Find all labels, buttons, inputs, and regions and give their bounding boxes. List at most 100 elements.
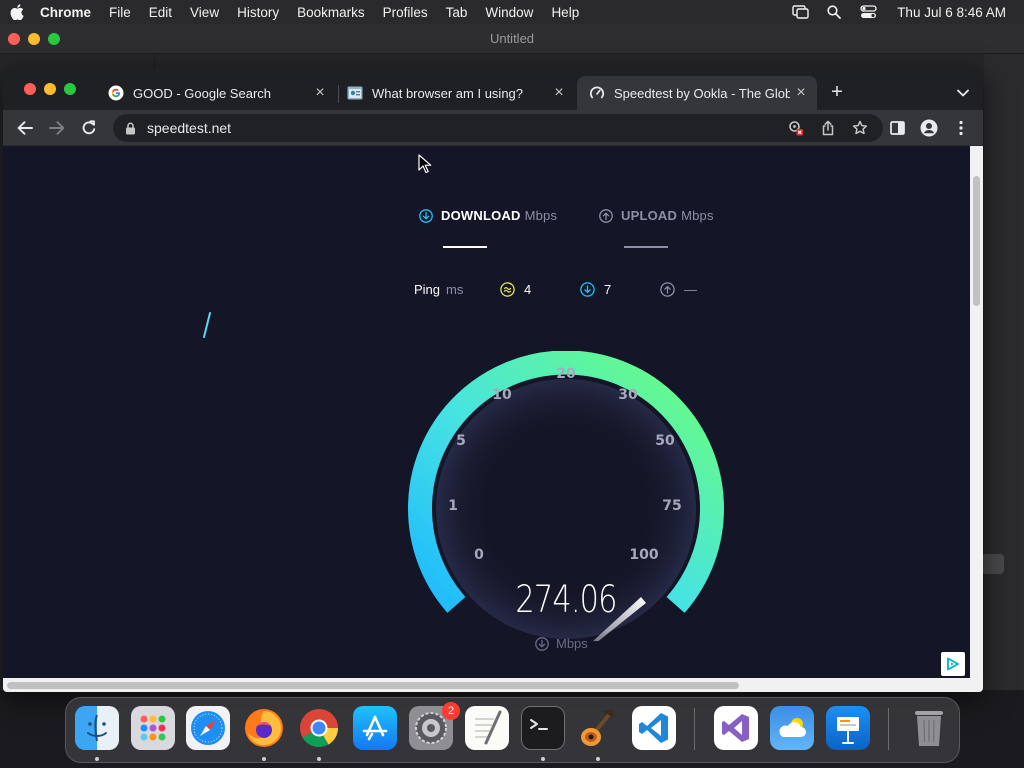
speed-unit-group: Mbps [535, 636, 588, 651]
upload-label: UPLOAD [621, 208, 678, 223]
new-tab-button[interactable]: + [825, 81, 849, 105]
horizontal-scroll-thumb[interactable] [7, 682, 739, 689]
tab-close-icon[interactable]: × [312, 85, 328, 101]
background-window-button[interactable] [980, 554, 1004, 574]
screen-mirroring-icon[interactable] [783, 5, 817, 19]
password-key-icon[interactable] [786, 118, 806, 138]
speed-unit: Mbps [556, 636, 588, 651]
menu-bookmarks[interactable]: Bookmarks [288, 5, 374, 20]
forward-arrow-icon[interactable] [45, 116, 69, 140]
address-bar[interactable]: speedtest.net [113, 114, 883, 142]
gauge-tick-75: 75 [662, 498, 681, 514]
apple-menu-icon[interactable] [0, 4, 34, 20]
gauge-tick-20: 20 [556, 366, 576, 382]
visual-studio-icon[interactable] [714, 706, 758, 750]
vertical-scrollbar[interactable] [970, 146, 983, 678]
ping-download-icon [580, 282, 595, 297]
bg-zoom-icon[interactable] [48, 33, 60, 45]
bg-close-icon[interactable] [8, 33, 20, 45]
vscode-icon[interactable] [632, 706, 676, 750]
tab-search-icon[interactable] [951, 81, 975, 105]
share-icon[interactable] [818, 118, 838, 138]
ping-download-value: 7 [580, 282, 611, 297]
ping-upload-icon [660, 282, 675, 297]
app-store-icon[interactable] [353, 706, 397, 750]
window-minimize-icon[interactable] [44, 83, 56, 95]
back-arrow-icon[interactable] [13, 116, 37, 140]
reload-icon[interactable] [77, 116, 101, 140]
bg-minimize-icon[interactable] [28, 33, 40, 45]
window-close-icon[interactable] [24, 83, 36, 95]
menu-app-name[interactable]: Chrome [34, 5, 100, 20]
profile-avatar-icon[interactable] [917, 116, 941, 140]
settings-update-badge: 2 [442, 702, 460, 720]
chrome-window: GOOD - Google Search × What browser am I… [3, 68, 983, 692]
tab-label: Speedtest by Ookla - The Glob [614, 85, 790, 101]
gauge-tick-1: 1 [448, 498, 458, 514]
speed-value: 274.06 [515, 578, 617, 621]
download-underline [443, 246, 487, 248]
menu-view[interactable]: View [181, 5, 228, 20]
bookmark-star-icon[interactable] [850, 118, 870, 138]
site-icon [347, 85, 363, 101]
download-unit: Mbps [524, 208, 558, 223]
lock-icon[interactable] [123, 122, 137, 135]
finder-icon[interactable] [75, 706, 119, 750]
upload-underline [624, 246, 668, 248]
window-zoom-icon[interactable] [64, 83, 76, 95]
menu-clock[interactable]: Thu Jul 6 8:46 AM [885, 5, 1024, 20]
gauge-tick-100: 100 [629, 547, 658, 563]
keynote-icon[interactable] [826, 706, 870, 750]
ping-unit: ms [446, 282, 464, 297]
side-panel-icon[interactable] [885, 116, 909, 140]
dock-running-dot [262, 757, 266, 761]
textedit-icon[interactable] [465, 706, 509, 750]
menu-edit[interactable]: Edit [140, 5, 181, 20]
launchpad-icon[interactable] [131, 706, 175, 750]
horizontal-scrollbar[interactable] [3, 678, 983, 692]
dock-running-dot [596, 757, 600, 761]
terminal-icon[interactable] [521, 706, 565, 750]
ping-download-text: 7 [604, 282, 612, 297]
safari-icon[interactable] [186, 706, 230, 750]
download-metric-header: DOWNLOAD Mbps [419, 208, 557, 223]
dock-separator [694, 708, 695, 750]
menu-tab[interactable]: Tab [437, 5, 477, 20]
menu-help[interactable]: Help [542, 5, 588, 20]
speedtest-icon [589, 85, 605, 101]
menu-file[interactable]: File [100, 5, 140, 20]
tab-what-browser[interactable]: What browser am I using? × [335, 76, 575, 110]
background-window-titlebar[interactable]: Untitled [0, 24, 1024, 54]
dock: 2 [65, 697, 960, 763]
speed-download-icon [535, 636, 549, 651]
ping-upload-text: — [684, 282, 697, 297]
ping-upload-value: — [660, 282, 697, 297]
ping-idle-value: 4 [500, 282, 531, 297]
tab-close-icon[interactable]: × [793, 85, 809, 101]
tab-label: What browser am I using? [372, 85, 524, 101]
tab-speedtest[interactable]: Speedtest by Ookla - The Glob × [577, 76, 817, 110]
tab-close-icon[interactable]: × [551, 85, 567, 101]
menu-profiles[interactable]: Profiles [374, 5, 437, 20]
chrome-icon[interactable] [297, 706, 341, 750]
control-center-icon[interactable] [851, 5, 885, 19]
spotlight-search-icon[interactable] [817, 5, 851, 19]
trash-icon[interactable] [907, 706, 951, 750]
google-icon [108, 85, 124, 101]
vertical-scroll-thumb[interactable] [973, 176, 980, 306]
dock-running-dot [95, 757, 99, 761]
download-arrow-icon [419, 208, 433, 223]
garageband-icon[interactable] [576, 706, 620, 750]
firefox-icon[interactable] [242, 706, 286, 750]
menu-window[interactable]: Window [476, 5, 542, 20]
weather-icon[interactable] [770, 706, 814, 750]
ping-label-group: Ping ms [414, 282, 463, 297]
tab-google-search[interactable]: GOOD - Google Search × [96, 76, 336, 110]
upload-arrow-icon [599, 208, 613, 223]
menu-history[interactable]: History [228, 5, 288, 20]
adchoices-icon[interactable] [941, 652, 965, 676]
upload-metric-header: UPLOAD Mbps [599, 208, 714, 223]
more-menu-icon[interactable] [949, 116, 973, 140]
ping-idle-icon [500, 282, 515, 297]
upload-unit: Mbps [681, 208, 714, 223]
